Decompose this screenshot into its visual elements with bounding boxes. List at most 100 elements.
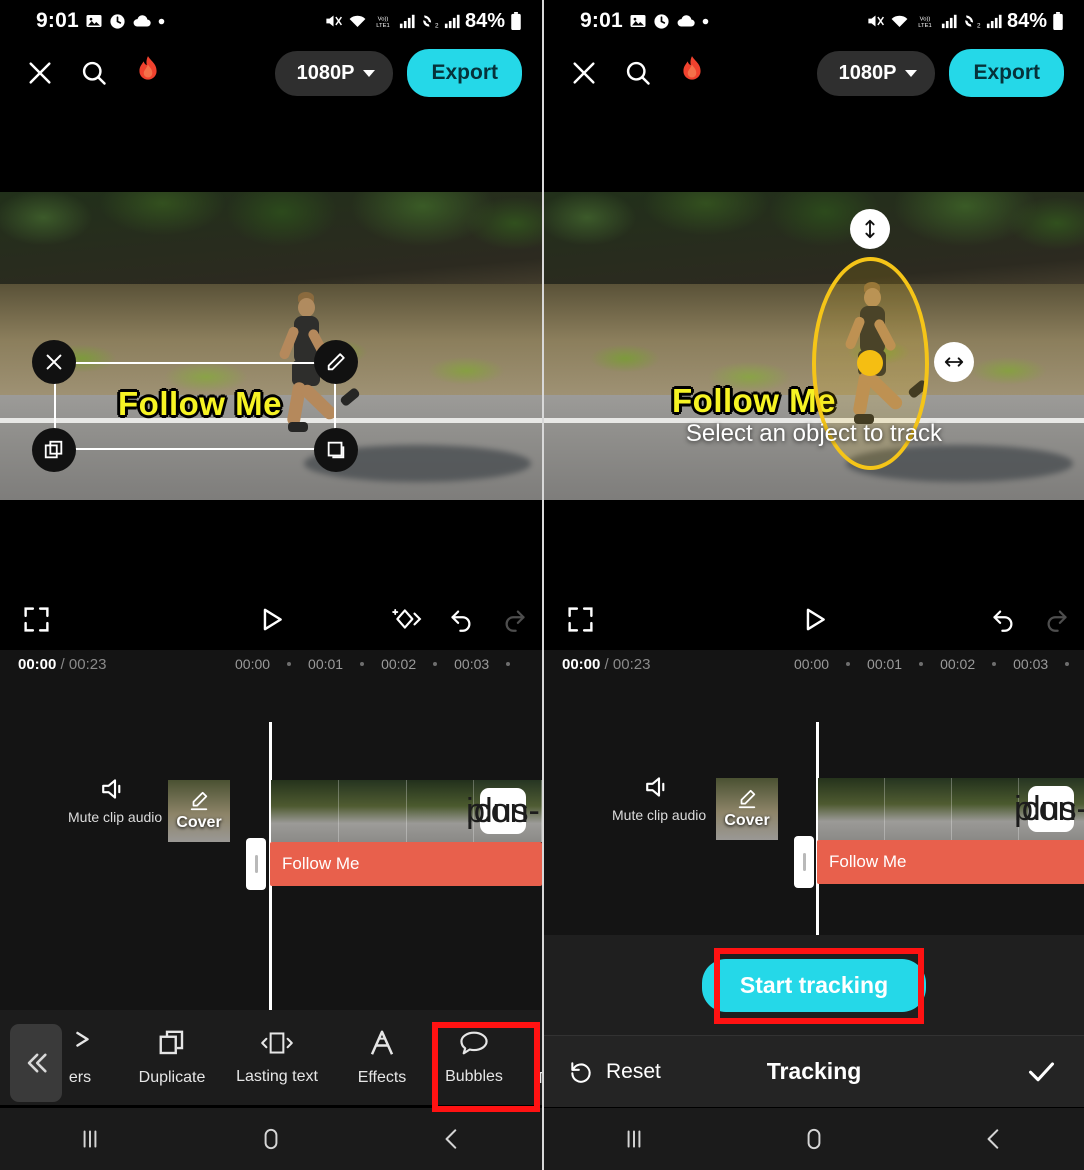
clip-thumbnail [271, 780, 339, 842]
text-clip-left-handle[interactable] [246, 838, 266, 890]
timeline-ruler[interactable]: 00:00 / 00:23 00:00 00:01 00:02 00:03 [544, 650, 1084, 682]
pencil-icon [736, 788, 758, 810]
clip-thumbnail [338, 780, 407, 842]
expand-icon[interactable] [22, 605, 51, 634]
tracking-resize-vertical-handle[interactable] [850, 209, 890, 249]
check-icon [1025, 1055, 1058, 1088]
back-icon[interactable] [981, 1126, 1007, 1152]
video-frame [0, 192, 542, 500]
volte-icon: Vo)) LTE1 [914, 13, 936, 29]
copy-handle[interactable] [32, 428, 76, 472]
play-icon[interactable] [800, 605, 829, 634]
signal-1-icon [941, 13, 957, 29]
lasting-text-icon [259, 1029, 295, 1057]
alarm-icon [109, 13, 126, 30]
signal-1-icon [399, 13, 415, 29]
text-clip-label: Follow Me [829, 852, 907, 871]
video-preview-left[interactable]: Follow Me [0, 192, 542, 500]
mute-clip-audio-label: Mute clip audio [68, 809, 163, 825]
chevron-down-icon [905, 69, 918, 77]
text-clip[interactable]: Follow Me [270, 842, 542, 886]
toolbar-item-duplicate[interactable]: Duplicate [126, 1010, 218, 1105]
recents-icon[interactable] [77, 1126, 103, 1152]
delete-handle[interactable] [32, 340, 76, 384]
flame-icon[interactable] [678, 55, 706, 91]
tick-dot-icon [287, 662, 292, 666]
play-icon[interactable] [257, 605, 286, 634]
toolbar-item-label: Lasting text [236, 1068, 318, 1085]
flame-icon[interactable] [134, 55, 162, 91]
svg-text:Vo)): Vo)) [378, 16, 389, 22]
resolution-selector[interactable]: 1080P [274, 50, 394, 96]
search-icon[interactable] [624, 59, 652, 87]
search-icon[interactable] [80, 59, 108, 87]
cover-button[interactable]: Cover [168, 780, 230, 842]
battery-icon [1052, 11, 1064, 31]
tracking-center-dot[interactable] [857, 350, 883, 376]
preview-overlay-text[interactable]: Follow Me [118, 385, 282, 423]
timeline-time-readout: 00:00 / 00:23 [562, 656, 650, 673]
tracking-resize-horizontal-handle[interactable] [934, 342, 974, 382]
current-time: 00:00 [18, 656, 57, 673]
expand-icon[interactable] [566, 605, 595, 634]
collapse-toolbar-button[interactable] [10, 1024, 62, 1102]
toolbar-item-label: Duplicate [138, 1069, 206, 1086]
status-bar-left: 9:01 [544, 9, 709, 33]
resolution-label: 1080P [838, 61, 897, 84]
timeline-tick-labels: 00:00 00:01 00:02 00:03 [794, 656, 1070, 672]
mute-clip-audio-button[interactable]: Mute clip audio [68, 776, 162, 825]
video-preview-right[interactable]: Follow Me Select an object to track [544, 192, 1084, 500]
tracking-action-area: Start tracking [544, 935, 1084, 1035]
reset-button[interactable]: Reset [568, 1059, 661, 1085]
tracking-hint-text: Select an object to track [685, 420, 943, 447]
redo-icon [1043, 606, 1070, 633]
toolbar-item-lasting-text[interactable]: Lasting text [218, 1010, 336, 1105]
text-clip[interactable]: Follow Me [817, 840, 1084, 884]
undo-icon[interactable] [990, 606, 1017, 633]
home-icon[interactable] [258, 1126, 284, 1152]
back-icon[interactable] [439, 1126, 465, 1152]
cover-button[interactable]: Cover [716, 778, 778, 840]
mute-clip-audio-button[interactable]: Mute clip audio [612, 774, 706, 823]
export-button[interactable]: Export [407, 49, 522, 97]
time-separator: / [604, 656, 609, 673]
battery-icon [510, 11, 522, 31]
text-clip-left-handle[interactable] [794, 836, 814, 888]
text-clip-label: Follow Me [282, 854, 360, 873]
export-button[interactable]: Export [949, 49, 1064, 97]
timeline-ruler[interactable]: 00:00 / 00:23 00:00 00:01 00:02 00:03 [0, 650, 542, 682]
total-time: 00:23 [612, 656, 651, 673]
top-bar-right-group: 1080P Export [274, 49, 522, 97]
keyframe-add-icon[interactable] [392, 605, 422, 633]
mute-icon [324, 13, 343, 29]
cloud-icon [676, 14, 696, 29]
mute-clip-audio-label: Mute clip audio [612, 807, 707, 823]
toolbar-item-effects[interactable]: Effects [336, 1010, 428, 1105]
close-icon[interactable] [570, 59, 598, 87]
status-bar-left: 9:01 [0, 9, 165, 33]
add-clip-button[interactable]: plus-icon [466, 788, 540, 834]
resize-handle[interactable] [314, 428, 358, 472]
add-clip-button[interactable]: plus-icon [1014, 786, 1084, 832]
preview-overlay-text[interactable]: Follow Me [672, 382, 836, 420]
chevron-down-icon [363, 69, 376, 77]
status-time: 9:01 [36, 9, 79, 32]
call-icon: 2 [420, 13, 439, 29]
current-time: 00:00 [562, 656, 601, 673]
toolbar-item-label: Effects [357, 1069, 407, 1086]
chevron-double-left-icon [22, 1049, 50, 1077]
tick-label: 00:01 [308, 656, 344, 672]
resolution-selector[interactable]: 1080P [816, 50, 936, 96]
wifi-icon [890, 13, 909, 29]
home-icon[interactable] [801, 1126, 827, 1152]
confirm-button[interactable] [1025, 1055, 1058, 1088]
tracking-panel-bar: Reset Tracking [544, 1035, 1084, 1107]
android-nav-bar-left [0, 1108, 542, 1170]
close-icon[interactable] [26, 59, 54, 87]
tracking-panel-title: Tracking [766, 1058, 862, 1084]
recents-icon[interactable] [621, 1126, 647, 1152]
undo-icon[interactable] [448, 606, 475, 633]
android-nav-bar-right [544, 1108, 1084, 1170]
edit-handle[interactable] [314, 340, 358, 384]
clip-thumbnail [952, 778, 1019, 840]
